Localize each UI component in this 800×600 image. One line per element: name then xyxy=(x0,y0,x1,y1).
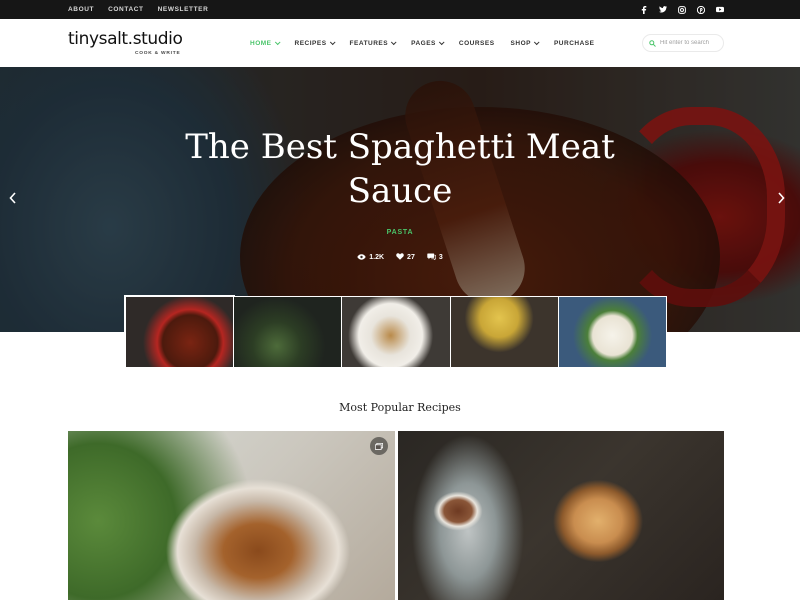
slider-thumb-3[interactable] xyxy=(342,297,450,367)
slider-thumb-5[interactable] xyxy=(558,297,667,367)
top-link-contact[interactable]: CONTACT xyxy=(108,6,144,13)
section-title: Most Popular Recipes xyxy=(339,401,461,414)
comment-icon xyxy=(427,253,436,262)
site-header: tinysalt.studio COOK & WRITE HOME RECIPE… xyxy=(0,19,800,67)
top-link-about[interactable]: ABOUT xyxy=(68,6,94,13)
chevron-down-icon xyxy=(438,39,445,46)
slider-thumb-1[interactable] xyxy=(123,295,236,369)
slider-thumb-4[interactable] xyxy=(450,297,558,367)
search-input[interactable] xyxy=(660,40,720,46)
nav-courses-label: COURSES xyxy=(458,39,495,47)
search-box xyxy=(642,34,724,52)
chevron-down-icon xyxy=(274,39,281,46)
heart-icon xyxy=(396,253,404,262)
nav-recipes-label: RECIPES xyxy=(294,39,327,47)
chevron-down-icon xyxy=(533,39,540,46)
site-logo[interactable]: tinysalt.studio COOK & WRITE xyxy=(68,29,183,56)
top-link-newsletter[interactable]: NEWSLETTER xyxy=(158,6,209,13)
nav-home-label: HOME xyxy=(250,39,272,47)
nav-recipes[interactable]: RECIPES xyxy=(294,39,336,47)
recipe-card-1[interactable] xyxy=(68,431,395,600)
nav-features-label: FEATURES xyxy=(349,39,389,47)
chevron-right-icon[interactable] xyxy=(776,191,786,205)
youtube-icon[interactable] xyxy=(716,6,724,14)
logo-tagline: COOK & WRITE xyxy=(134,51,181,56)
likes-stat: 27 xyxy=(396,253,415,262)
main-nav: HOME RECIPES FEATURES PAGES COURSES SHOP xyxy=(250,19,594,67)
hero-slider[interactable]: The Best Spaghetti Meat Sauce PASTA 1.2K… xyxy=(0,67,800,332)
slider-thumbnails xyxy=(123,295,667,369)
comments-stat: 3 xyxy=(427,253,443,262)
likes-count: 27 xyxy=(407,254,415,261)
chevron-down-icon xyxy=(329,39,336,46)
chevron-down-icon xyxy=(390,39,397,46)
pinterest-icon[interactable] xyxy=(697,5,705,14)
nav-courses[interactable]: COURSES xyxy=(459,40,495,47)
slider-thumb-2[interactable] xyxy=(234,297,342,367)
nav-features[interactable]: FEATURES xyxy=(349,39,397,47)
search-icon xyxy=(649,34,656,52)
nav-home[interactable]: HOME xyxy=(250,39,281,47)
nav-purchase-label: PURCHASE xyxy=(553,39,595,47)
logo-text: tinysalt.studio xyxy=(68,29,183,49)
top-links: ABOUT CONTACT NEWSLETTER xyxy=(68,0,208,19)
hero-category[interactable]: PASTA xyxy=(350,229,450,236)
recipe-card-2[interactable] xyxy=(398,431,724,600)
facebook-icon[interactable] xyxy=(640,5,648,14)
nav-pages[interactable]: PAGES xyxy=(411,39,445,47)
eye-icon xyxy=(357,253,366,262)
page: ABOUT CONTACT NEWSLETTER tinysalt.studio… xyxy=(0,0,800,600)
twitter-icon[interactable] xyxy=(659,6,667,14)
nav-pages-label: PAGES xyxy=(411,39,436,47)
nav-shop[interactable]: SHOP xyxy=(510,39,540,47)
nav-purchase[interactable]: PURCHASE xyxy=(554,40,594,47)
social-links xyxy=(640,0,724,19)
nav-shop-label: SHOP xyxy=(510,39,531,47)
hero-stats: 1.2K 27 3 xyxy=(340,253,460,262)
views-count: 1.2K xyxy=(369,254,385,261)
top-bar: ABOUT CONTACT NEWSLETTER xyxy=(0,0,800,19)
gallery-icon xyxy=(370,437,388,455)
views-stat: 1.2K xyxy=(357,253,384,262)
hero-title[interactable]: The Best Spaghetti Meat Sauce xyxy=(150,125,650,213)
comments-count: 3 xyxy=(438,254,443,261)
chevron-left-icon[interactable] xyxy=(7,191,17,205)
instagram-icon[interactable] xyxy=(678,5,686,14)
